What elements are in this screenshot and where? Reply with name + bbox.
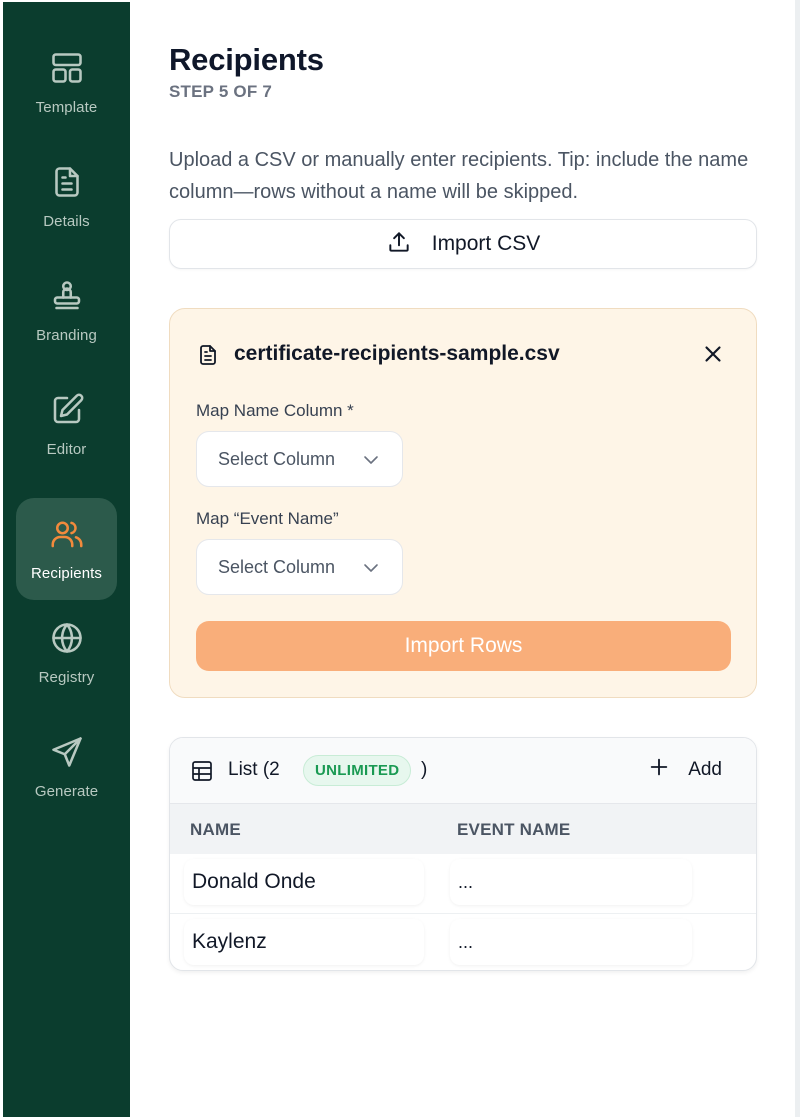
recipient-event-field[interactable]: ... <box>450 859 692 905</box>
stamp-icon <box>49 278 85 319</box>
event-name-column-select[interactable]: Select Column <box>196 539 403 595</box>
upload-icon <box>386 229 412 260</box>
sidebar-item-editor[interactable]: Editor <box>16 374 117 476</box>
users-icon <box>49 516 85 557</box>
list-title: List (2 <box>228 759 280 780</box>
recipient-list-panel: List (2 UNLIMITED ) Add NAME EVENT NAME … <box>169 737 757 971</box>
sidebar-item-label: Details <box>43 213 90 230</box>
table-row: Donald Onde ... <box>170 854 756 912</box>
import-csv-label: Import CSV <box>431 232 541 255</box>
recipient-name-field[interactable]: Donald Onde <box>184 859 424 905</box>
sidebar-item-label: Branding <box>36 327 97 344</box>
sidebar-item-recipients[interactable]: Recipients <box>16 498 117 600</box>
sidebar-item-label: Recipients <box>30 565 103 582</box>
sidebar: Template Details Branding Editor Recipie… <box>3 2 130 1117</box>
sidebar-item-generate[interactable]: Generate <box>16 716 117 818</box>
list-title-close: ) <box>421 759 428 780</box>
close-icon[interactable] <box>700 341 726 367</box>
add-recipient-button[interactable]: Add <box>648 756 722 783</box>
recipient-event-field[interactable]: ... <box>450 919 692 965</box>
list-header: List (2 UNLIMITED ) Add <box>170 738 756 803</box>
window-edge <box>795 0 800 1117</box>
map-name-column-label: Map Name Column * <box>196 401 354 420</box>
step-indicator: STEP 5 OF 7 <box>169 82 272 101</box>
page-description: Upload a CSV or manually enter recipient… <box>169 149 749 203</box>
recipient-name-field[interactable]: Kaylenz <box>184 919 424 965</box>
page-title: Recipients <box>169 42 324 77</box>
import-csv-button[interactable]: Import CSV <box>169 219 757 269</box>
table-header: NAME EVENT NAME <box>170 803 756 854</box>
sidebar-item-label: Registry <box>38 669 95 686</box>
name-column-select[interactable]: Select Column <box>196 431 403 487</box>
file-text-icon <box>49 164 85 205</box>
send-icon <box>49 734 85 775</box>
add-label: Add <box>688 758 722 780</box>
column-header-event-name: EVENT NAME <box>457 820 571 839</box>
sidebar-item-label: Template <box>35 99 98 116</box>
edit-icon <box>49 392 85 433</box>
map-event-name-label: Map “Event Name” <box>196 509 339 528</box>
file-icon <box>196 342 220 368</box>
event-column-select-value: Select Column <box>218 556 336 577</box>
import-rows-button[interactable]: Import Rows <box>196 621 731 671</box>
sidebar-item-registry[interactable]: Registry <box>16 602 117 704</box>
sidebar-item-details[interactable]: Details <box>16 146 117 248</box>
column-header-name: NAME <box>190 820 241 839</box>
layout-icon <box>49 50 85 91</box>
sidebar-item-branding[interactable]: Branding <box>16 260 117 362</box>
globe-icon <box>49 620 85 661</box>
table-row: Kaylenz ... <box>170 913 756 970</box>
csv-mapping-panel: certificate-recipients-sample.csv Map Na… <box>169 308 757 698</box>
plus-icon <box>648 756 670 783</box>
sidebar-item-template[interactable]: Template <box>16 32 117 134</box>
status-badge: UNLIMITED <box>303 755 412 786</box>
table-icon <box>190 759 214 783</box>
name-column-select-value: Select Column <box>218 448 336 469</box>
sidebar-item-label: Editor <box>46 441 87 458</box>
csv-file-name: certificate-recipients-sample.csv <box>234 342 560 365</box>
sidebar-item-label: Generate <box>34 783 99 800</box>
